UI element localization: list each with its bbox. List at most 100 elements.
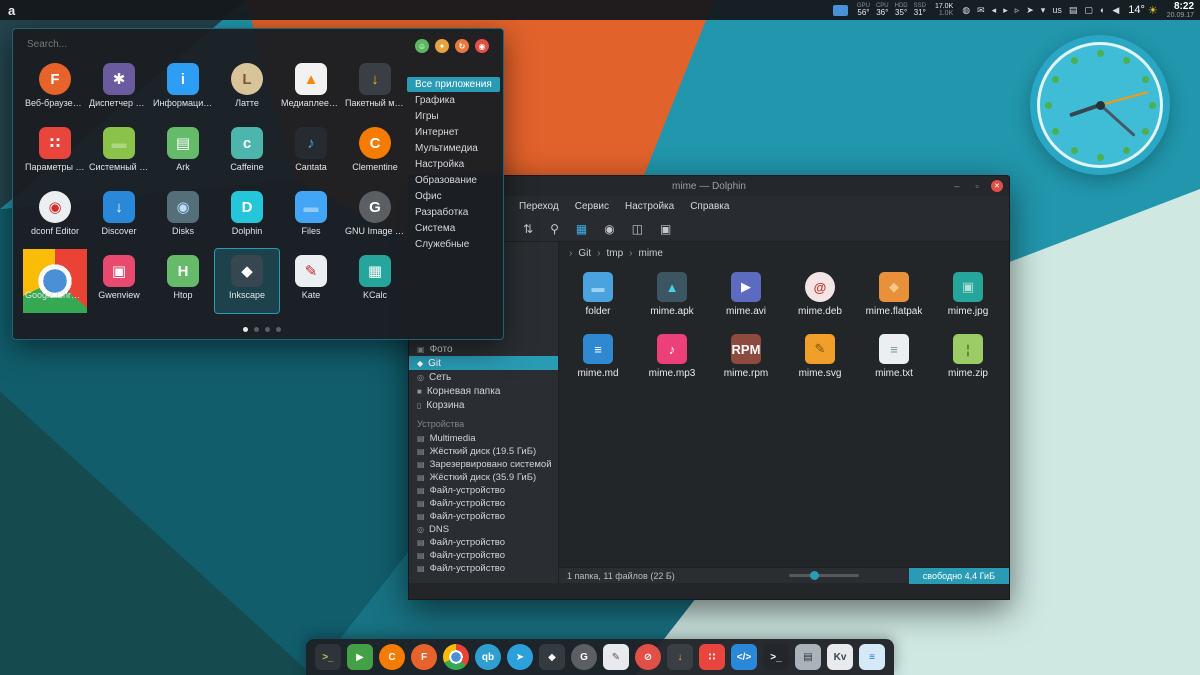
package-manager-icon[interactable]: ↓ [667,644,693,670]
breadcrumb-item[interactable]: mime [623,248,662,259]
category-item[interactable]: Офис [407,189,500,204]
app-item[interactable]: D Dolphin [215,185,279,249]
blocked-app-icon[interactable]: ⊘ [635,644,661,670]
zoom-slider-knob[interactable] [809,571,819,580]
lock-button[interactable]: ✦ [435,39,449,53]
file-item[interactable]: ¦ mime.zip [931,334,1005,396]
file-item[interactable]: ▶ mime.avi [709,272,783,334]
restart-button[interactable]: ↻ [455,39,469,53]
minimize-button[interactable]: – [951,180,963,192]
app-item[interactable]: ▬ Files [279,185,343,249]
gimp-icon[interactable]: G [571,644,597,670]
color-picker-icon[interactable]: ✎ [603,644,629,670]
media-play-icon[interactable]: ▸ [1003,5,1008,16]
file-item[interactable]: ▲ mime.apk [635,272,709,334]
category-item[interactable]: Система [407,221,500,236]
clipboard-icon[interactable]: ▤ [1069,5,1078,16]
category-item[interactable]: Все приложения [407,77,500,92]
weather-widget[interactable]: 14° ☀ [1128,4,1158,17]
tweaks-icon[interactable]: ∷ [699,644,725,670]
telegram-icon[interactable]: ➤ [507,644,533,670]
place-item[interactable]: ◎ Сеть [409,370,558,384]
zoom-slider[interactable] [788,571,859,580]
file-item[interactable]: RPM mime.rpm [709,334,783,396]
category-item[interactable]: Образование [407,173,500,188]
keyboard-layout-indicator[interactable]: us [1052,5,1062,15]
app-item[interactable]: c Caffeine [215,121,279,185]
app-item[interactable]: ▦ KCalc [343,249,407,313]
file-item[interactable]: ✎ mime.svg [783,334,857,396]
mail-icon[interactable]: ✉ [977,5,985,16]
file-item[interactable]: ♪ mime.mp3 [635,334,709,396]
page-dot[interactable] [276,327,281,332]
category-item[interactable]: Служебные [407,237,500,252]
terminal-2-icon[interactable]: >_ [763,644,789,670]
task-list-icon[interactable]: ≡ [859,644,885,670]
panel-widget-icon[interactable] [832,4,848,16]
rss-icon[interactable]: ◍ [962,5,970,16]
app-item[interactable]: G GNU Image M… [343,185,407,249]
device-item[interactable]: ▤ Файл-устройство [409,549,558,562]
sort-icon[interactable]: ⇅ [523,222,533,236]
place-item[interactable]: ▯ Корзина [409,398,558,412]
device-item[interactable]: ▤ Жёсткий диск (35.9 ГиБ) [409,471,558,484]
kvantum-icon[interactable]: Kv [827,644,853,670]
category-item[interactable]: Разработка [407,205,500,220]
notifications-icon[interactable]: ▾ [1041,5,1046,16]
app-item[interactable]: ∷ Параметры с… [23,121,87,185]
device-item[interactable]: ▤ Файл-устройство [409,510,558,523]
app-item[interactable]: ◆ Inkscape [214,248,280,314]
app-item[interactable]: ◉ Disks [151,185,215,249]
place-item[interactable]: ◆ Git [409,356,558,370]
network-send-icon[interactable]: ➤ [1026,5,1034,16]
icons-view-icon[interactable]: ▦ [576,222,587,236]
category-item[interactable]: Мультимедиа [407,141,500,156]
app-item[interactable]: ▣ Gwenview [87,249,151,313]
breadcrumb-item[interactable]: Git [563,248,591,259]
menu-item[interactable]: Переход [519,201,559,212]
menu-item[interactable]: Настройка [625,201,674,212]
menu-item[interactable]: Сервис [575,201,609,212]
app-item[interactable]: ◉ dconf Editor [23,185,87,249]
device-item[interactable]: ▤ Файл-устройство [409,497,558,510]
app-menu-logo[interactable]: a [8,3,15,18]
place-item[interactable]: ■ Корневая папка [409,384,558,398]
device-item[interactable]: ▤ Multimedia [409,432,558,445]
qbittorrent-icon[interactable]: qb [475,644,501,670]
panel-clock[interactable]: 8:22 20.09.17 [1167,1,1194,20]
app-item[interactable]: ↓ Пакетный ме… [343,57,407,121]
firefox-icon[interactable]: F [411,644,437,670]
menu-item[interactable]: Справка [690,201,729,212]
category-item[interactable]: Игры [407,109,500,124]
file-item[interactable]: ▣ mime.jpg [931,272,1005,334]
shutdown-button[interactable]: ◉ [475,39,489,53]
app-item[interactable]: ▤ Ark [151,121,215,185]
close-button[interactable]: ✕ [991,180,1003,192]
app-item[interactable]: ▲ Медиаплеер … [279,57,343,121]
app-item[interactable]: Google Chrome [23,249,87,313]
app-item[interactable]: i Информация … [151,57,215,121]
media-player-icon[interactable]: ▶ [347,644,373,670]
preview-icon[interactable]: ◉ [604,222,614,236]
device-item[interactable]: ◎ DNS [409,523,558,536]
place-item[interactable]: ▣ Фото [409,342,558,356]
clementine-icon[interactable]: C [379,644,405,670]
file-item[interactable]: ◆ mime.flatpak [857,272,931,334]
media-prev-icon[interactable]: ◂ [992,5,997,16]
archive-icon[interactable]: ▤ [795,644,821,670]
page-dot[interactable] [254,327,259,332]
color-profile-icon[interactable]: ◐ [1100,5,1105,15]
page-dot[interactable] [243,327,248,332]
display-icon[interactable]: ▢ [1084,5,1093,16]
app-item[interactable]: ♪ Cantata [279,121,343,185]
user-session-button[interactable]: ☺ [415,39,429,53]
device-item[interactable]: ▤ Жёсткий диск (19.5 ГиБ) [409,445,558,458]
split-view-icon[interactable]: ◫ [632,222,643,236]
app-item[interactable]: ↓ Discover [87,185,151,249]
device-item[interactable]: ▤ Файл-устройство [409,536,558,549]
terminal-panel-icon[interactable]: ▣ [660,222,671,236]
category-item[interactable]: Интернет [407,125,500,140]
volume-icon[interactable]: ◀ [1112,5,1119,16]
file-item[interactable]: @ mime.deb [783,272,857,334]
app-item[interactable]: C Clementine [343,121,407,185]
